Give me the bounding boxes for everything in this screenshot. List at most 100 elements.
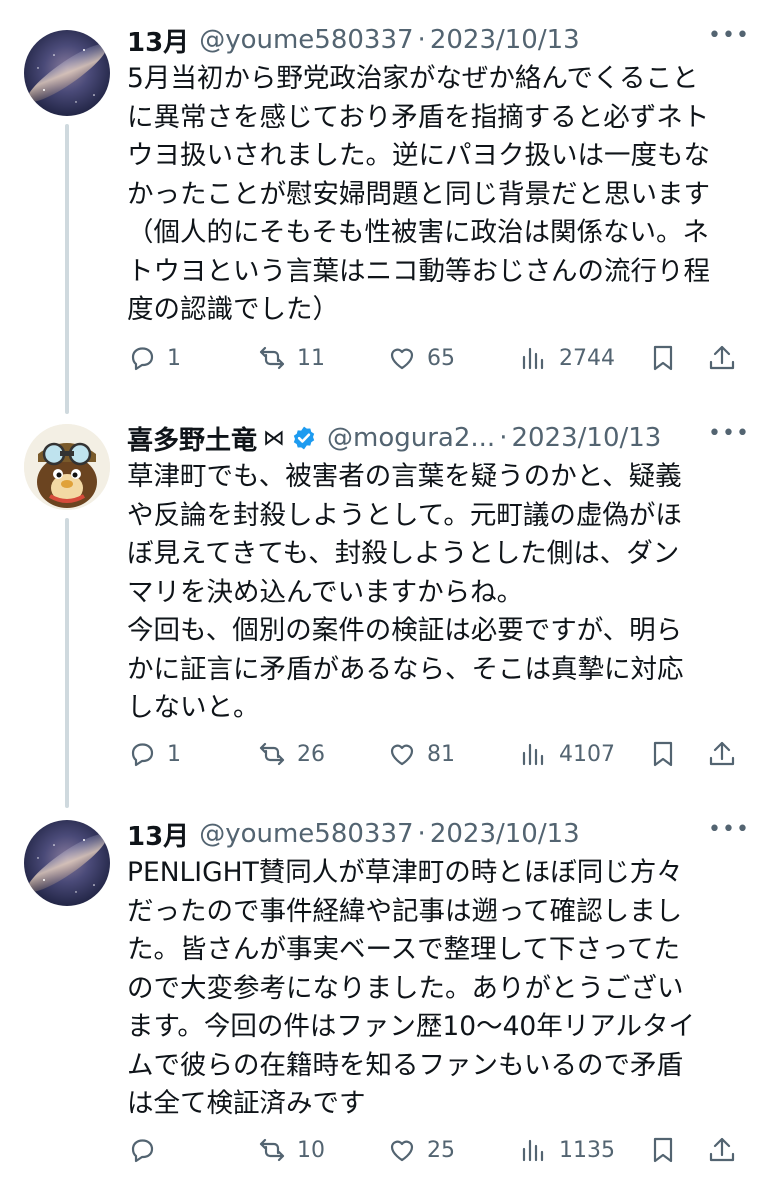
tweet-actions: 10 25 1135 [127, 1130, 742, 1170]
views-icon [522, 347, 544, 370]
separator-dot: · [499, 423, 508, 453]
share-icon [709, 741, 735, 766]
tweet-text-line: ムで彼らの在籍時を知るファンもいるので矛盾 [127, 1049, 683, 1081]
tweet-text-line: 5月当初から野党政治家がなぜか絡んでくること [127, 63, 699, 94]
tweet-text-line: に異常さを感じており矛盾を指摘すると必ずネト [127, 101, 710, 133]
display-name[interactable]: 13月 [127, 22, 189, 59]
tweet-text: PENLIGHT賛同人が草津町の時とほぼ同じ方々 だったので事件経緯や記事は遡っ… [127, 854, 742, 1124]
heart-icon [390, 348, 414, 370]
retweet-icon [259, 346, 285, 370]
reply-button[interactable]: 1 [127, 338, 181, 378]
like-count: 65 [427, 345, 455, 371]
share-button[interactable] [707, 734, 737, 774]
tweet-text-line: かったことが慰安婦問題と同じ背景だと思います [127, 178, 710, 210]
tweet-text-line: や反論を封殺しようとして。元町議の虚偽がほ [127, 499, 682, 531]
tweet-text-line: 度の認識でした） [127, 294, 339, 325]
bookmark-button[interactable] [648, 734, 678, 774]
reply-count: 1 [167, 345, 181, 371]
like-button[interactable]: 25 [387, 1130, 455, 1170]
tweet-text-line: は全て検証済みです [127, 1088, 366, 1119]
user-handle[interactable]: @youme580337 [199, 25, 413, 55]
tweet-text-line: マリを決め込んでいますからね。 [127, 576, 524, 608]
share-icon [709, 1137, 735, 1162]
bookmark-icon [653, 1137, 673, 1163]
retweet-button[interactable]: 10 [257, 1130, 325, 1170]
tweet-text-line: ます。今回の件はファン歴10〜40年リアルタイ [127, 1011, 696, 1042]
retweet-count: 11 [297, 345, 325, 371]
tweet-text-line: しないと。 [127, 692, 260, 723]
tweet-actions: 1 26 81 4107 [127, 734, 742, 774]
tweet-text-line: だったので事件経緯や記事は遡って確認しまし [127, 895, 683, 927]
retweet-icon [259, 742, 285, 766]
tweet-date[interactable]: 2023/10/13 [430, 25, 580, 55]
name-badge: ⋈ [263, 425, 286, 451]
bookmark-button[interactable] [648, 1130, 678, 1170]
share-button[interactable] [707, 338, 737, 378]
like-count: 81 [427, 741, 455, 767]
share-button[interactable] [707, 1130, 737, 1170]
verified-badge-icon[interactable] [291, 425, 317, 451]
avatar[interactable] [24, 30, 110, 116]
retweet-button[interactable]: 11 [257, 338, 325, 378]
mole-pilot-avatar-image [24, 424, 110, 510]
tweet-header: 13月 @youme580337 · 2023/10/13 ••• [127, 814, 749, 854]
like-count: 25 [427, 1137, 455, 1163]
separator-dot: · [417, 819, 426, 849]
bookmark-icon [653, 345, 673, 371]
thread-line [65, 518, 69, 808]
tweet-text-line: ので大変参考になりました。ありがとうござい [127, 972, 684, 1004]
user-handle[interactable]: @mogura2... [327, 423, 495, 453]
tweet-text-line: （個人的にそもそも性被害に政治は関係ない。ネ [127, 217, 709, 248]
more-options-icon[interactable]: ••• [708, 423, 749, 450]
display-name[interactable]: 13月 [127, 816, 189, 853]
like-button[interactable]: 81 [387, 734, 455, 774]
views-icon [522, 743, 544, 766]
separator-dot: · [417, 25, 426, 55]
tweet-text-line: た。皆さんが事実ベースで整理して下さってた [127, 934, 681, 965]
views-count: 4107 [559, 741, 615, 767]
more-options-icon[interactable]: ••• [708, 25, 749, 52]
tweet-date[interactable]: 2023/10/13 [430, 819, 580, 849]
tweet-text-line: ウヨ扱いされました。逆にパヨク扱いは一度もな [127, 140, 710, 171]
heart-icon [390, 744, 414, 766]
bookmark-icon [653, 741, 673, 767]
heart-icon [390, 1140, 414, 1162]
tweet-header: 喜多野土竜 ⋈ @mogura2... · 2023/10/13 ••• [127, 418, 749, 458]
avatar[interactable] [24, 820, 110, 906]
tweet-header: 13月 @youme580337 · 2023/10/13 ••• [127, 20, 749, 60]
retweet-count: 10 [297, 1137, 325, 1163]
retweet-button[interactable]: 26 [257, 734, 325, 774]
more-options-icon[interactable]: ••• [708, 819, 749, 846]
user-handle[interactable]: @youme580337 [199, 819, 413, 849]
reply-icon [131, 743, 154, 767]
reply-icon [131, 1139, 154, 1163]
display-name[interactable]: 喜多野土竜 [127, 420, 257, 457]
reply-count: 1 [167, 741, 181, 767]
like-button[interactable]: 65 [387, 338, 455, 378]
tweet[interactable]: 喜多野土竜 ⋈ @mogura2... · 2023/10/13 ••• 草津町… [0, 418, 764, 808]
bookmark-button[interactable] [648, 338, 678, 378]
tweet-text-line: ぼ見えてきても、封殺しようとした側は、ダン [127, 538, 680, 569]
galaxy-avatar-image [24, 30, 110, 116]
tweet[interactable]: 13月 @youme580337 · 2023/10/13 ••• 5月当初から… [0, 20, 764, 414]
views-button[interactable]: 4107 [519, 734, 615, 774]
reply-button[interactable]: 1 [127, 734, 181, 774]
retweet-icon [259, 1138, 285, 1162]
tweet-text-line: かに証言に矛盾があるなら、そこは真摯に対応 [127, 653, 684, 685]
reply-button[interactable] [127, 1130, 167, 1170]
avatar[interactable] [24, 424, 110, 510]
views-button[interactable]: 2744 [519, 338, 615, 378]
views-count: 2744 [559, 345, 615, 371]
tweet-text-line: PENLIGHT賛同人が草津町の時とほぼ同じ方々 [127, 857, 683, 888]
tweet[interactable]: 13月 @youme580337 · 2023/10/13 ••• PENLIG… [0, 814, 764, 1184]
retweet-count: 26 [297, 741, 325, 767]
tweet-text-line: 草津町でも、被害者の言葉を疑うのかと、疑義 [127, 461, 682, 492]
tweet-text: 5月当初から野党政治家がなぜか絡んでくること に異常さを感じており矛盾を指摘する… [127, 60, 742, 330]
thread-line [65, 124, 69, 414]
tweet-date[interactable]: 2023/10/13 [511, 423, 661, 453]
galaxy-avatar-image [24, 820, 110, 906]
tweet-text-line: 今回も、個別の案件の検証は必要ですが、明ら [127, 615, 683, 646]
tweet-actions: 1 11 65 2744 [127, 338, 742, 378]
views-button[interactable]: 1135 [519, 1130, 615, 1170]
tweet-text-line: トウヨという言葉はニコ動等おじさんの流行り程 [127, 255, 710, 287]
